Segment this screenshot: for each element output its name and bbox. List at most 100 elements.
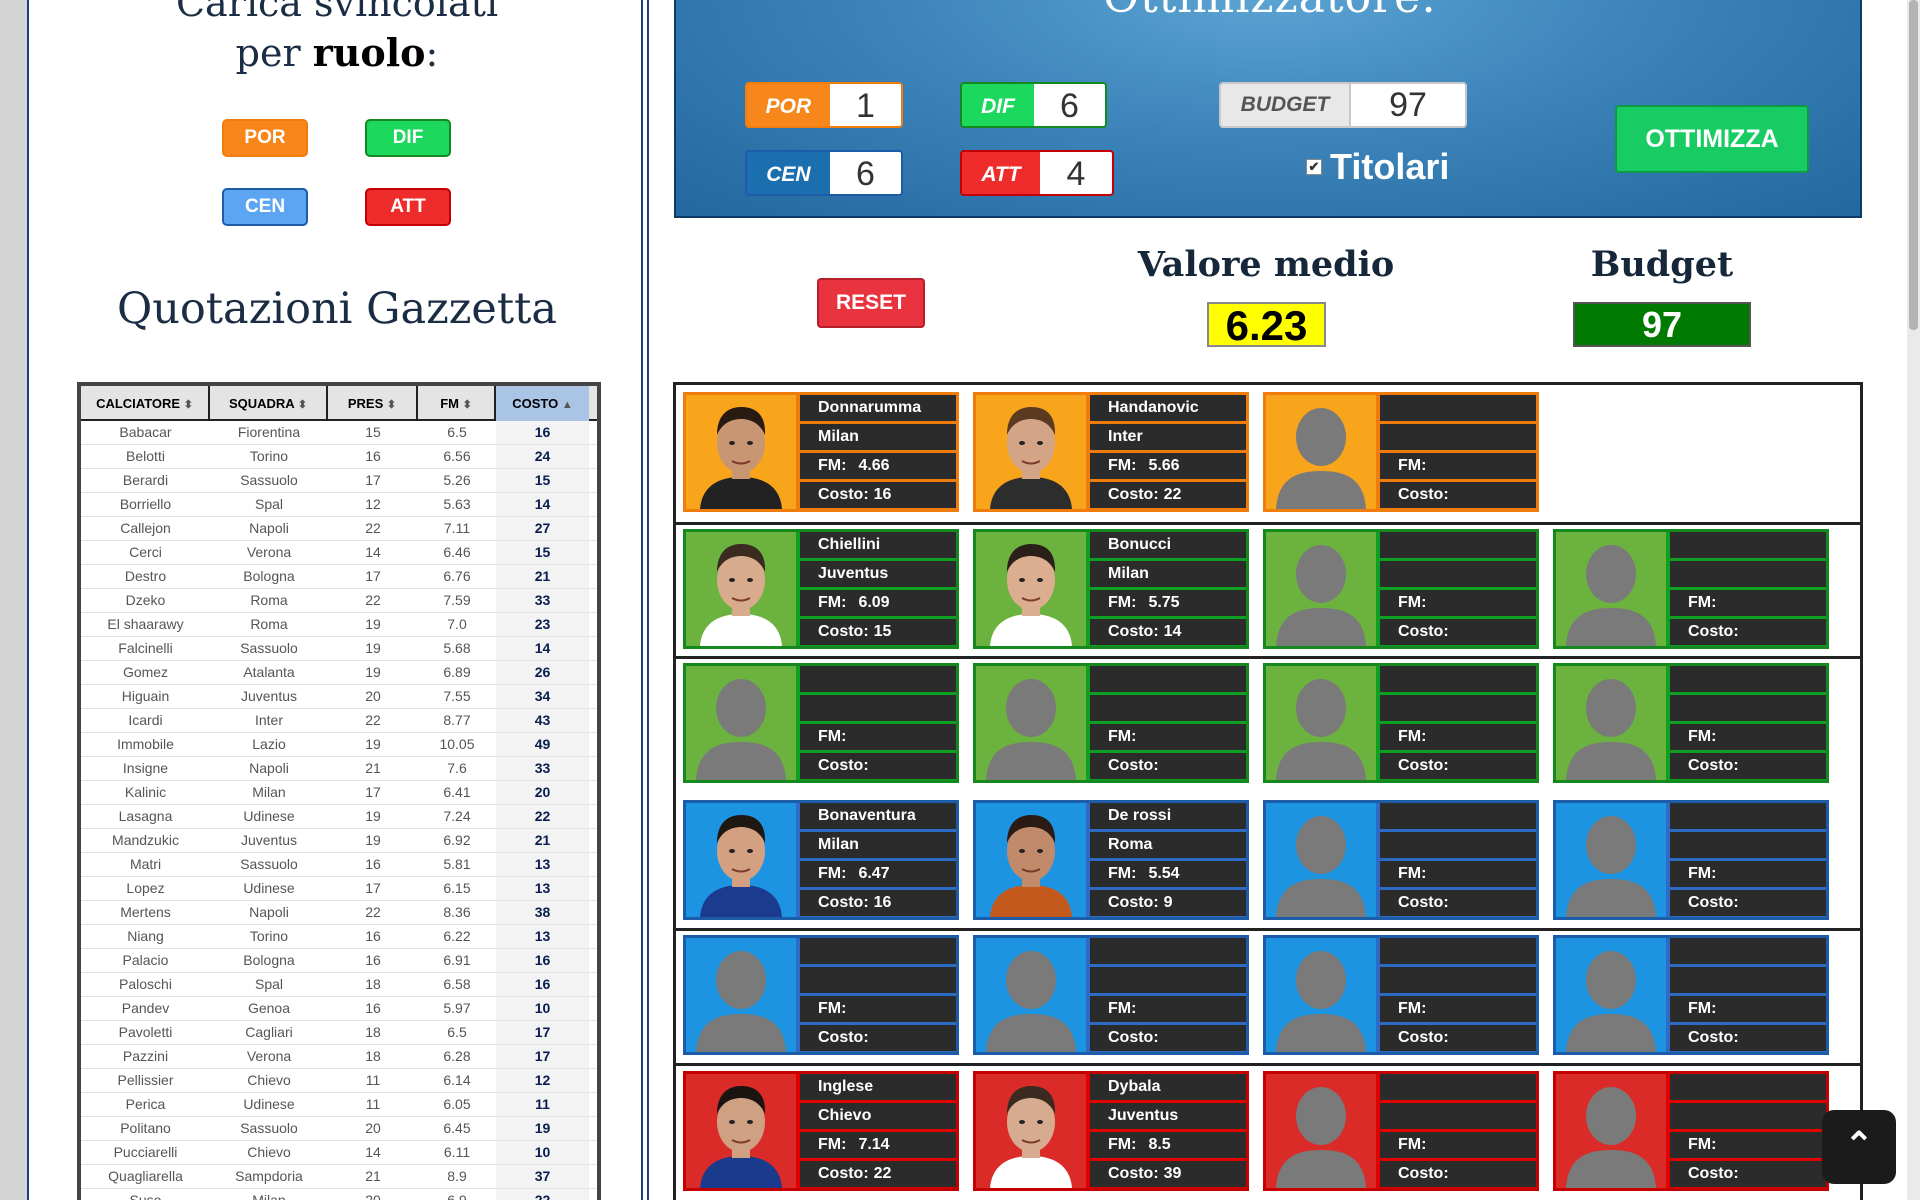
table-row[interactable]: Belotti Torino 16 6.56 24 bbox=[81, 445, 597, 469]
player-card-dif[interactable]: FM: Costo: bbox=[1263, 663, 1539, 783]
player-photo-icon bbox=[990, 1086, 1072, 1188]
player-card-cen[interactable]: De rossi Roma FM: 5.54 Costo: 9 bbox=[973, 800, 1249, 920]
column-header-squadra[interactable]: SQUADRA ⬍ bbox=[210, 386, 328, 421]
player-card-por[interactable]: Donnarumma Milan FM: 4.66 Costo: 16 bbox=[683, 392, 959, 512]
player-card-cen[interactable]: FM: Costo: bbox=[1263, 800, 1539, 920]
fm-value: 5.75 bbox=[1148, 594, 1180, 611]
column-header-costo[interactable]: COSTO ▲ bbox=[496, 386, 589, 421]
dif-count-input[interactable]: 6 bbox=[1033, 84, 1105, 126]
cell-squadra: Milan bbox=[252, 1192, 286, 1200]
table-row[interactable]: Callejon Napoli 22 7.11 27 bbox=[81, 517, 597, 541]
player-photo-icon bbox=[990, 544, 1072, 646]
load-att-button[interactable]: ATT bbox=[365, 188, 451, 226]
player-card-por[interactable]: FM: Costo: bbox=[1263, 392, 1539, 512]
por-count-input[interactable]: 1 bbox=[829, 84, 901, 126]
table-row[interactable]: Suso Milan 20 6.9 22 bbox=[81, 1189, 597, 1200]
player-card-att[interactable]: FM: Costo: bbox=[1263, 1071, 1539, 1191]
scrollbar-thumb[interactable] bbox=[1909, 0, 1918, 330]
cell-pres: 16 bbox=[365, 928, 381, 944]
cell-squadra: Udinese bbox=[243, 880, 295, 896]
load-por-button[interactable]: POR bbox=[222, 119, 308, 157]
table-row[interactable]: Immobile Lazio 19 10.05 49 bbox=[81, 733, 597, 757]
player-card-dif[interactable]: FM: Costo: bbox=[1553, 663, 1829, 783]
player-card-dif[interactable]: FM: Costo: bbox=[1263, 529, 1539, 649]
player-fm: FM: 6.47 bbox=[800, 861, 956, 887]
table-row[interactable]: Pazzini Verona 18 6.28 17 bbox=[81, 1045, 597, 1069]
player-card-att[interactable]: FM: Costo: bbox=[1553, 1071, 1829, 1191]
player-card-cen[interactable]: FM: Costo: bbox=[1553, 800, 1829, 920]
cell-squadra: Chievo bbox=[247, 1072, 291, 1088]
att-count-input[interactable]: 4 bbox=[1039, 152, 1112, 194]
table-row[interactable]: Quagliarella Sampdoria 21 8.9 37 bbox=[81, 1165, 597, 1189]
player-team: Milan bbox=[800, 424, 956, 450]
dif-count-value: 6 bbox=[1060, 87, 1079, 125]
player-card-dif[interactable]: FM: Costo: bbox=[973, 663, 1249, 783]
table-row[interactable]: Pucciarelli Chievo 14 6.11 10 bbox=[81, 1141, 597, 1165]
column-header-fm[interactable]: FM ⬍ bbox=[418, 386, 496, 421]
cell-squadra: Juventus bbox=[240, 688, 298, 704]
table-row[interactable]: Mertens Napoli 22 8.36 38 bbox=[81, 901, 597, 925]
column-header-calciatore[interactable]: CALCIATORE ⬍ bbox=[81, 386, 210, 421]
table-row[interactable]: Berardi Sassuolo 17 5.26 15 bbox=[81, 469, 597, 493]
table-row[interactable]: Palacio Bologna 16 6.91 16 bbox=[81, 949, 597, 973]
table-row[interactable]: Perica Udinese 11 6.05 11 bbox=[81, 1093, 597, 1117]
player-card-att[interactable]: Dybala Juventus FM: 8.5 Costo: 39 bbox=[973, 1071, 1249, 1191]
player-card-dif[interactable]: FM: Costo: bbox=[1553, 529, 1829, 649]
ottimizza-button[interactable]: OTTIMIZZA bbox=[1615, 105, 1809, 173]
scroll-top-button[interactable]: ⌃ bbox=[1822, 1110, 1896, 1184]
table-row[interactable]: Politano Sassuolo 20 6.45 19 bbox=[81, 1117, 597, 1141]
table-row[interactable]: Gomez Atalanta 19 6.89 26 bbox=[81, 661, 597, 685]
player-card-cen[interactable]: FM: Costo: bbox=[1553, 935, 1829, 1055]
table-row[interactable]: Niang Torino 16 6.22 13 bbox=[81, 925, 597, 949]
table-row[interactable]: Lasagna Udinese 19 7.24 22 bbox=[81, 805, 597, 829]
table-row[interactable]: El shaarawy Roma 19 7.0 23 bbox=[81, 613, 597, 637]
table-row[interactable]: Higuain Juventus 20 7.55 34 bbox=[81, 685, 597, 709]
table-row[interactable]: Falcinelli Sassuolo 19 5.68 14 bbox=[81, 637, 597, 661]
table-row[interactable]: Cerci Verona 14 6.46 15 bbox=[81, 541, 597, 565]
table-row[interactable]: Icardi Inter 22 8.77 43 bbox=[81, 709, 597, 733]
table-row[interactable]: Paloschi Spal 18 6.58 16 bbox=[81, 973, 597, 997]
table-row[interactable]: Pellissier Chievo 11 6.14 12 bbox=[81, 1069, 597, 1093]
reset-button[interactable]: RESET bbox=[817, 278, 925, 328]
player-silhouette-icon bbox=[1566, 679, 1656, 780]
cen-count-input[interactable]: 6 bbox=[829, 152, 901, 194]
load-cen-button[interactable]: CEN bbox=[222, 188, 308, 226]
budget-input[interactable]: 97 bbox=[1349, 84, 1465, 126]
player-fm: FM: bbox=[1380, 1132, 1536, 1158]
table-row[interactable]: Kalinic Milan 17 6.41 20 bbox=[81, 781, 597, 805]
cell-calciatore: Pellissier bbox=[117, 1072, 174, 1088]
cell-pres: 14 bbox=[365, 544, 381, 560]
player-card-por[interactable]: Handanovic Inter FM: 5.66 Costo: 22 bbox=[973, 392, 1249, 512]
player-card-att[interactable]: Inglese Chievo FM: 7.14 Costo: 22 bbox=[683, 1071, 959, 1191]
fm-label: FM: bbox=[1688, 594, 1717, 611]
table-row[interactable]: Destro Bologna 17 6.76 21 bbox=[81, 565, 597, 589]
cell-costo: 13 bbox=[496, 853, 589, 876]
titolari-option[interactable]: ✔ Titolari bbox=[1306, 146, 1449, 188]
table-row[interactable]: Dzeko Roma 22 7.59 33 bbox=[81, 589, 597, 613]
player-card-cen[interactable]: FM: Costo: bbox=[683, 935, 959, 1055]
table-row[interactable]: Matri Sassuolo 16 5.81 13 bbox=[81, 853, 597, 877]
table-row[interactable]: Pavoletti Cagliari 18 6.5 17 bbox=[81, 1021, 597, 1045]
table-row[interactable]: Pandev Genoa 16 5.97 10 bbox=[81, 997, 597, 1021]
player-card-dif[interactable]: Bonucci Milan FM: 5.75 Costo: 14 bbox=[973, 529, 1249, 649]
table-row[interactable]: Mandzukic Juventus 19 6.92 21 bbox=[81, 829, 597, 853]
table-row[interactable]: Borriello Spal 12 5.63 14 bbox=[81, 493, 597, 517]
player-cost: Costo: 15 bbox=[800, 619, 956, 645]
player-card-cen[interactable]: FM: Costo: bbox=[1263, 935, 1539, 1055]
player-card-dif[interactable]: Chiellini Juventus FM: 6.09 Costo: 15 bbox=[683, 529, 959, 649]
cell-calciatore: Quagliarella bbox=[108, 1168, 183, 1184]
table-row[interactable]: Insigne Napoli 21 7.6 33 bbox=[81, 757, 597, 781]
column-header-pres[interactable]: PRES ⬍ bbox=[328, 386, 418, 421]
player-card-dif[interactable]: FM: Costo: bbox=[683, 663, 959, 783]
load-dif-button[interactable]: DIF bbox=[365, 119, 451, 157]
player-silhouette-icon bbox=[1566, 816, 1656, 917]
player-cost: Costo: 16 bbox=[800, 890, 956, 916]
column-header-label: SQUADRA bbox=[228, 396, 295, 411]
cell-pres: 19 bbox=[365, 736, 381, 752]
titolari-checkbox[interactable]: ✔ bbox=[1306, 159, 1322, 175]
table-row[interactable]: Babacar Fiorentina 15 6.5 16 bbox=[81, 421, 597, 445]
cell-costo: 27 bbox=[496, 517, 589, 540]
player-card-cen[interactable]: FM: Costo: bbox=[973, 935, 1249, 1055]
table-row[interactable]: Lopez Udinese 17 6.15 13 bbox=[81, 877, 597, 901]
player-card-cen[interactable]: Bonaventura Milan FM: 6.47 Costo: 16 bbox=[683, 800, 959, 920]
